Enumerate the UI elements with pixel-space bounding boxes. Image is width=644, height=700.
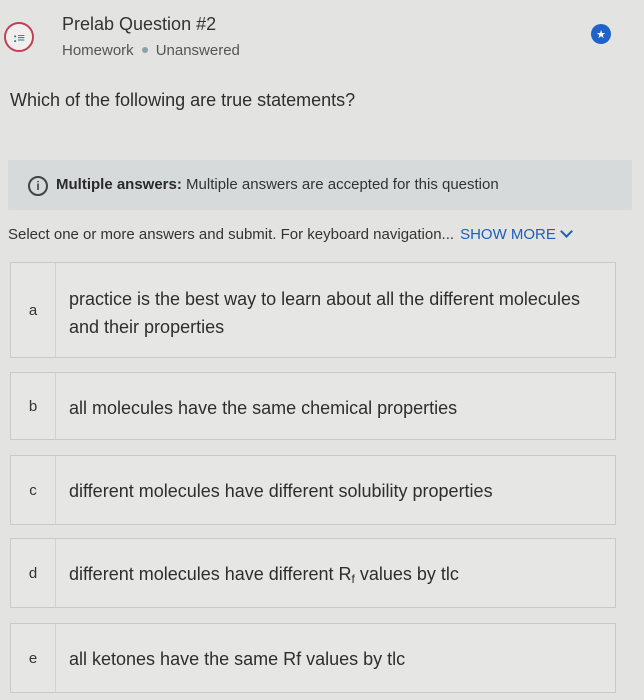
option-text: practice is the best way to learn about …: [69, 289, 580, 337]
option-text: different molecules have different Rf va…: [69, 564, 459, 586]
question-title: Prelab Question #2: [62, 14, 217, 34]
option-letter: e: [11, 624, 56, 692]
info-text: Multiple answers are accepted for this q…: [186, 176, 499, 193]
star-bookmark-icon[interactable]: ★: [591, 24, 611, 44]
answer-option-b[interactable]: b all molecules have the same chemical p…: [10, 372, 616, 440]
answer-option-e[interactable]: e all ketones have the same Rf values by…: [10, 623, 616, 693]
question-category: Homework: [62, 42, 134, 59]
option-text: different molecules have different solub…: [69, 481, 493, 501]
option-letter: b: [11, 373, 56, 439]
instructions-text: Select one or more answers and submit. F…: [8, 226, 455, 243]
info-icon: i: [28, 176, 48, 196]
question-header: :≡ Prelab Question #2 Homework Unanswered…: [0, 0, 644, 80]
chevron-down-icon: [560, 225, 573, 238]
option-letter: c: [11, 456, 56, 524]
question-prompt: Which of the following are true statemen…: [10, 90, 356, 110]
question-status: Unanswered: [155, 42, 240, 59]
answer-option-d[interactable]: d different molecules have different Rf …: [10, 538, 616, 608]
info-label: Multiple answers:: [56, 176, 182, 193]
question-list-icon: :≡: [4, 22, 34, 52]
option-text: all ketones have the same Rf values by t…: [69, 649, 406, 669]
show-more-link[interactable]: SHOW MORE: [460, 225, 573, 243]
info-banner: i Multiple answers: Multiple answers are…: [8, 160, 632, 210]
answer-option-a[interactable]: a practice is the best way to learn abou…: [10, 262, 616, 358]
question-meta: Homework Unanswered: [62, 42, 240, 59]
instructions: Select one or more answers and submit. F…: [8, 225, 573, 243]
answer-option-c[interactable]: c different molecules have different sol…: [10, 455, 616, 525]
option-text: all molecules have the same chemical pro…: [69, 398, 458, 418]
option-letter: d: [11, 539, 56, 607]
separator-dot-icon: [141, 47, 148, 54]
option-letter: a: [11, 263, 56, 357]
